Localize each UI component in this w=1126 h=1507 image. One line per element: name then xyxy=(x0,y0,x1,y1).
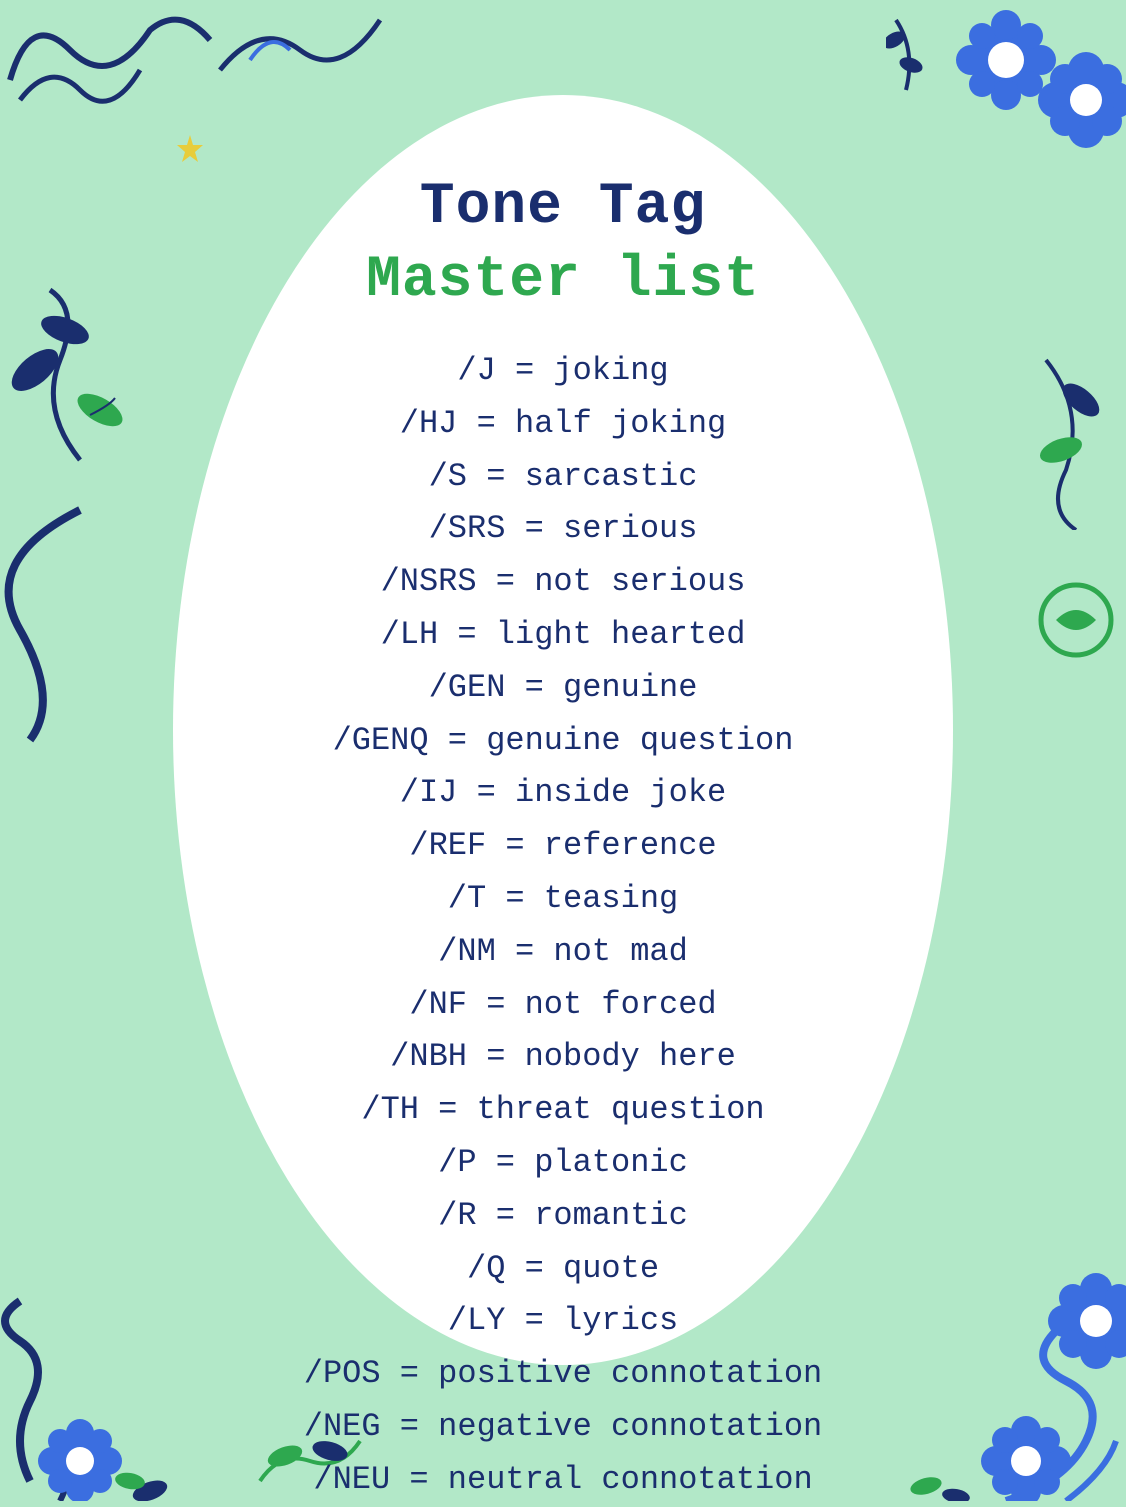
tone-tag-item: /TH = threat question xyxy=(233,1084,893,1137)
tone-tag-item: /GEN = genuine xyxy=(233,662,893,715)
tone-tag-item: /IJ = inside joke xyxy=(233,767,893,820)
tone-tag-item: /LH = light hearted xyxy=(233,609,893,662)
tone-tag-item: /POS = positive connotation xyxy=(233,1348,893,1401)
tone-tag-item: /P = platonic xyxy=(233,1137,893,1190)
tone-tag-item: /SRS = serious xyxy=(233,503,893,556)
tone-tag-item: /NF = not forced xyxy=(233,979,893,1032)
oval-card: Tone Tag Master list /J = joking/HJ = ha… xyxy=(173,95,953,1365)
tone-tag-item: /T = teasing xyxy=(233,873,893,926)
tone-tag-item: /NEU = neutral connotation xyxy=(233,1454,893,1507)
tone-tag-item: /Q = quote xyxy=(233,1243,893,1296)
tone-tag-item: /J = joking xyxy=(233,345,893,398)
tone-tag-item: /HJ = half joking xyxy=(233,398,893,451)
tone-tag-item: /NM = not mad xyxy=(233,926,893,979)
tone-tag-item: /REF = reference xyxy=(233,820,893,873)
page-subtitle: Master list xyxy=(366,248,760,313)
tone-tag-item: /S = sarcastic xyxy=(233,451,893,504)
tone-tag-item: /NBH = nobody here xyxy=(233,1031,893,1084)
tone-tag-item: /GENQ = genuine question xyxy=(233,715,893,768)
tone-tag-list: /J = joking/HJ = half joking/S = sarcast… xyxy=(233,345,893,1507)
tone-tag-item: /LY = lyrics xyxy=(233,1295,893,1348)
tone-tag-item: /NEG = negative connotation xyxy=(233,1401,893,1454)
tone-tag-item: /NSRS = not serious xyxy=(233,556,893,609)
page-title: Tone Tag xyxy=(420,175,706,240)
tone-tag-item: /R = romantic xyxy=(233,1190,893,1243)
